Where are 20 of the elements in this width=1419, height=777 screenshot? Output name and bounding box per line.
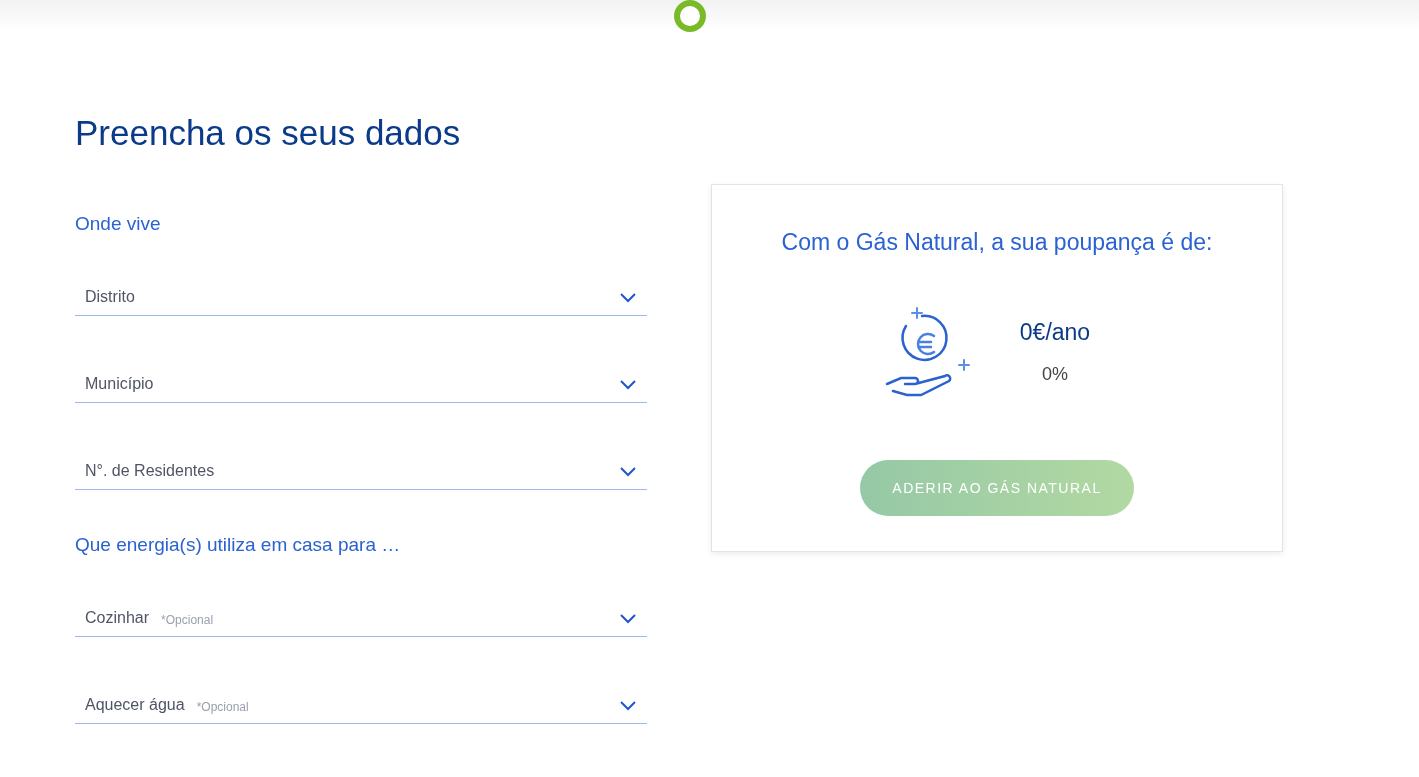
chevron-down-icon [619, 378, 637, 390]
select-field[interactable]: N°. de Residentes [75, 453, 647, 490]
section-heading: Que energia(s) utiliza em casa para … [75, 534, 402, 556]
progress-dot-icon [674, 0, 706, 32]
select-field[interactable]: Cozinhar *Opcional [75, 600, 647, 637]
savings-heading: Com o Gás Natural, a sua poupança é de: [781, 229, 1213, 256]
page-title: Preencha os seus dados [75, 112, 462, 154]
chevron-down-icon [619, 699, 637, 711]
section-heading: Onde vive [75, 213, 162, 235]
select-field[interactable]: Distrito [75, 279, 647, 316]
select-field[interactable]: Aquecer água *Opcional [75, 687, 647, 724]
chevron-down-icon [619, 612, 637, 624]
select-field[interactable]: Município [75, 366, 647, 403]
chevron-down-icon [619, 465, 637, 477]
chevron-down-icon [619, 291, 637, 303]
savings-percent: 0% [1042, 364, 1068, 385]
optional-note: *Opcional [196, 699, 249, 714]
optional-note: *Opcional [161, 612, 214, 627]
coin-in-hand-icon [883, 306, 970, 398]
savings-amount: 0€/ano [1019, 319, 1091, 346]
